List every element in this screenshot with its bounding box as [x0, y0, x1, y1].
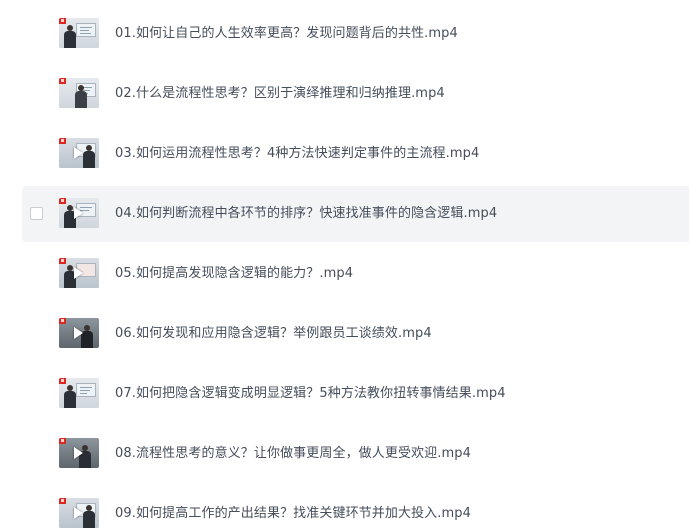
- video-thumbnail: [59, 318, 99, 348]
- video-thumbnail: [59, 378, 99, 408]
- file-name: 05.如何提高发现隐含逻辑的能力？.mp4: [115, 266, 354, 281]
- file-name: 07.如何把隐含逻辑变成明显逻辑？5种方法教你扭转事情结果.mp4: [115, 386, 506, 401]
- brand-logo-icon: [59, 438, 66, 444]
- file-name: 01.如何让自己的人生效率更高？发现问题背后的共性.mp4: [115, 26, 458, 41]
- video-thumbnail: [59, 18, 99, 48]
- play-icon: [74, 447, 83, 459]
- file-row[interactable]: 05.如何提高发现隐含逻辑的能力？.mp4: [22, 246, 689, 302]
- file-row[interactable]: 08.流程性思考的意义？让你做事更周全，做人更受欢迎.mp4: [22, 426, 689, 482]
- file-row[interactable]: 06.如何发现和应用隐含逻辑？举例跟员工谈绩效.mp4: [22, 306, 689, 362]
- video-thumbnail: [59, 438, 99, 468]
- play-icon: [74, 147, 83, 159]
- file-name: 04.如何判断流程中各环节的排序？快速找准事件的隐含逻辑.mp4: [115, 206, 498, 221]
- file-name: 02.什么是流程性思考？区别于演绎推理和归纳推理.mp4: [115, 86, 445, 101]
- file-row[interactable]: 02.什么是流程性思考？区别于演绎推理和归纳推理.mp4: [22, 66, 689, 122]
- file-row[interactable]: 04.如何判断流程中各环节的排序？快速找准事件的隐含逻辑.mp4: [22, 186, 689, 242]
- video-thumbnail: [59, 498, 99, 528]
- play-icon: [74, 267, 83, 279]
- select-checkbox[interactable]: [30, 207, 43, 220]
- video-thumbnail: [59, 258, 99, 288]
- brand-logo-icon: [59, 378, 66, 384]
- file-name: 09.如何提高工作的产出结果？找准关键环节并加大投入.mp4: [115, 506, 471, 521]
- brand-logo-icon: [59, 498, 66, 504]
- file-name: 06.如何发现和应用隐含逻辑？举例跟员工谈绩效.mp4: [115, 326, 432, 341]
- brand-logo-icon: [59, 198, 66, 204]
- play-icon: [74, 507, 83, 519]
- brand-logo-icon: [59, 318, 66, 324]
- file-name: 08.流程性思考的意义？让你做事更周全，做人更受欢迎.mp4: [115, 446, 471, 461]
- file-row[interactable]: 07.如何把隐含逻辑变成明显逻辑？5种方法教你扭转事情结果.mp4: [22, 366, 689, 422]
- video-thumbnail: [59, 78, 99, 108]
- file-row[interactable]: 09.如何提高工作的产出结果？找准关键环节并加大投入.mp4: [22, 486, 689, 532]
- video-thumbnail: [59, 198, 99, 228]
- video-thumbnail: [59, 138, 99, 168]
- file-row[interactable]: 03.如何运用流程性思考？4种方法快速判定事件的主流程.mp4: [22, 126, 689, 182]
- brand-logo-icon: [59, 138, 66, 144]
- brand-logo-icon: [59, 18, 66, 24]
- file-name: 03.如何运用流程性思考？4种方法快速判定事件的主流程.mp4: [115, 146, 480, 161]
- brand-logo-icon: [59, 258, 66, 264]
- file-row[interactable]: 01.如何让自己的人生效率更高？发现问题背后的共性.mp4: [22, 6, 689, 62]
- brand-logo-icon: [59, 78, 66, 84]
- file-list: 01.如何让自己的人生效率更高？发现问题背后的共性.mp4 02.什么是流程性思…: [0, 0, 689, 532]
- play-icon: [74, 207, 83, 219]
- play-icon: [74, 327, 83, 339]
